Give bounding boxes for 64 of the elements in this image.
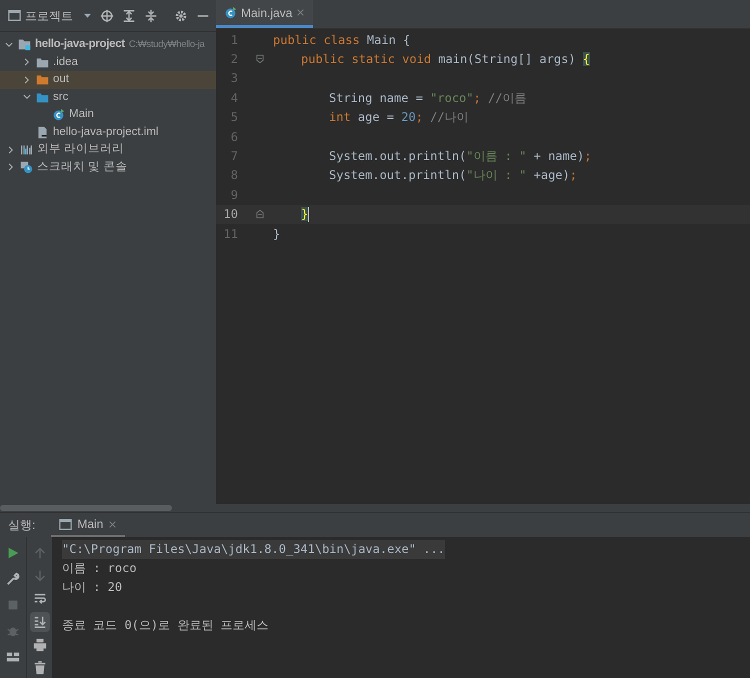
tree-item[interactable]: out bbox=[0, 71, 216, 88]
folder-icon bbox=[36, 56, 49, 69]
scrollbar[interactable] bbox=[0, 505, 172, 512]
code-line: System.out.println("나이 : " +age); bbox=[329, 167, 577, 184]
close-icon[interactable] bbox=[108, 520, 118, 528]
line-number: 11 bbox=[222, 226, 239, 243]
console-output: 나이 : 20 bbox=[62, 579, 122, 596]
tree-item[interactable]: src bbox=[0, 88, 216, 106]
folder-icon bbox=[36, 73, 49, 86]
code-line: public static void main(String[] args) { bbox=[301, 51, 590, 68]
class-icon bbox=[52, 108, 65, 122]
close-icon[interactable] bbox=[296, 8, 306, 17]
trash-icon[interactable] bbox=[32, 661, 46, 675]
wrap-icon[interactable] bbox=[32, 592, 46, 606]
line-number: 3 bbox=[230, 70, 239, 88]
fold-end-icon[interactable] bbox=[254, 209, 264, 220]
tree-row[interactable]: hello-java-project C:₩study₩hello-ja bbox=[0, 36, 216, 54]
fold-start-icon[interactable] bbox=[254, 54, 264, 64]
expand-all-icon[interactable] bbox=[122, 8, 136, 22]
code-line: String name = "roco"; //이름 bbox=[329, 90, 526, 107]
library-icon bbox=[20, 143, 33, 156]
run-label: 실행: bbox=[8, 517, 36, 534]
layout-icon[interactable] bbox=[6, 650, 20, 664]
console-output: 이름 : roco bbox=[62, 560, 137, 577]
console-output: 종료 코드 0(으)로 완료된 프로세스 bbox=[62, 617, 269, 634]
line-number: 9 bbox=[230, 186, 239, 204]
line-number: 2 bbox=[230, 51, 239, 68]
line-number: 5 bbox=[230, 109, 239, 126]
folder-icon bbox=[36, 90, 49, 104]
settings-icon[interactable] bbox=[174, 8, 188, 22]
code-line: } bbox=[273, 226, 280, 243]
editor-tab[interactable]: Main.java bbox=[216, 0, 314, 28]
code-line: public class Main { bbox=[273, 32, 410, 49]
tree-item[interactable]: Main bbox=[0, 106, 216, 124]
line-number: 10 bbox=[222, 206, 239, 224]
project-path: C:₩study₩hello-ja bbox=[128, 38, 204, 52]
view-dropdown[interactable]: 프로젝트 bbox=[25, 6, 92, 24]
line-number: 1 bbox=[230, 32, 239, 49]
crosshair-icon[interactable] bbox=[100, 8, 114, 22]
file-icon bbox=[36, 126, 49, 139]
project-name: hello-java-project bbox=[35, 37, 125, 52]
tree-item[interactable]: .idea bbox=[0, 54, 216, 71]
tree-item[interactable]: hello-java-project.iml bbox=[0, 124, 216, 141]
code-line: System.out.println("이름 : " + name); bbox=[329, 148, 592, 166]
scratch-icon bbox=[20, 160, 33, 174]
class-icon bbox=[224, 6, 237, 19]
line-number: 4 bbox=[230, 90, 239, 107]
console-icon bbox=[59, 518, 72, 530]
printer-icon[interactable] bbox=[32, 638, 46, 652]
panel-icon bbox=[8, 9, 21, 22]
console-command: "C:\Program Files\Java\jdk1.8.0_341\bin\java.exe" ... bbox=[62, 540, 445, 559]
line-number: 6 bbox=[230, 128, 239, 146]
text-cursor bbox=[308, 206, 310, 222]
run-icon[interactable] bbox=[6, 546, 20, 560]
tree-item[interactable]: 외부 라이브러리 bbox=[0, 141, 216, 158]
code-line: int age = 20; //나이 bbox=[329, 109, 469, 126]
line-number: 8 bbox=[230, 167, 239, 184]
line-number: 7 bbox=[230, 148, 239, 166]
folder-icon bbox=[18, 38, 31, 52]
tree-item[interactable]: 스크래치 및 콘솔 bbox=[0, 158, 216, 176]
wrench-icon[interactable] bbox=[6, 572, 20, 586]
collapse-all-icon[interactable] bbox=[144, 8, 158, 22]
caret-icon bbox=[83, 11, 92, 20]
run-tab[interactable]: Main bbox=[51, 513, 126, 537]
